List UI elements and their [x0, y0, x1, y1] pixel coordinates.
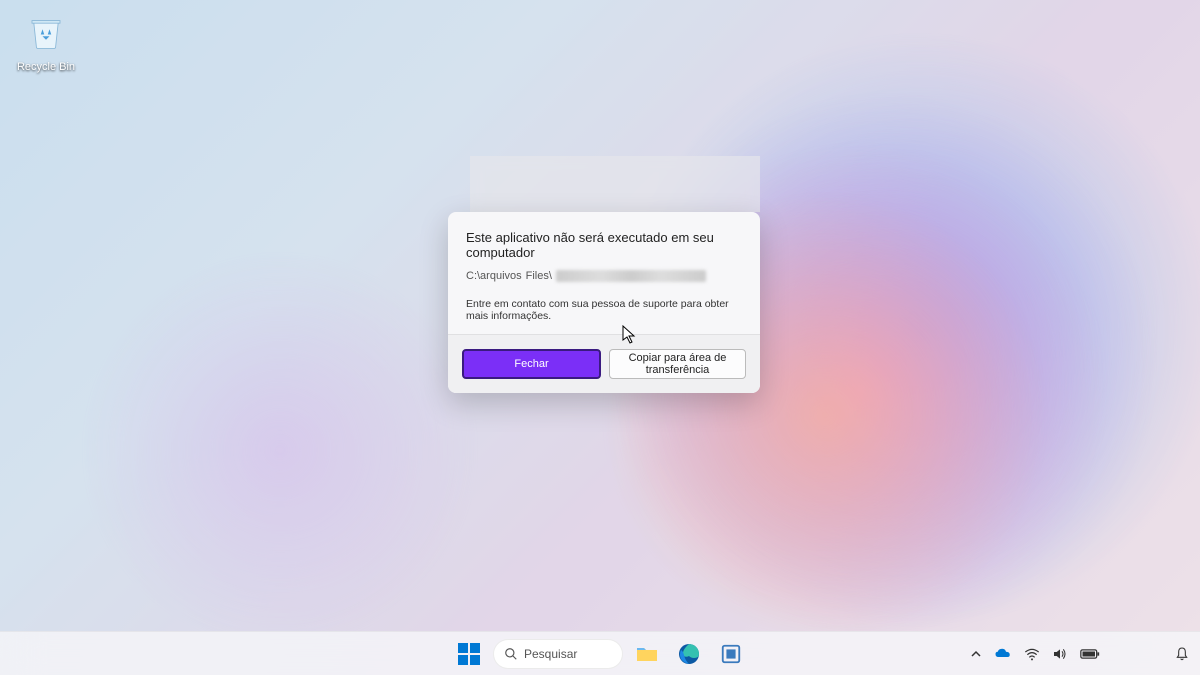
- recycle-bin-icon[interactable]: Recycle Bin: [14, 8, 78, 73]
- wifi-icon: [1024, 646, 1040, 662]
- folder-icon: [635, 642, 659, 666]
- taskbar-app-button[interactable]: [713, 636, 749, 672]
- taskbar: Pesquisar: [0, 631, 1200, 675]
- taskbar-search[interactable]: Pesquisar: [493, 639, 623, 669]
- start-button[interactable]: [451, 636, 487, 672]
- dialog-title: Este aplicativo não será executado em se…: [466, 230, 742, 260]
- notifications-button[interactable]: [1174, 646, 1190, 662]
- windows-icon: [458, 643, 480, 665]
- path-prefix: C:\arquivos: [466, 270, 522, 282]
- app-icon: [720, 643, 742, 665]
- tray-overflow-button[interactable]: [970, 648, 982, 660]
- volume-tray-icon[interactable]: [1052, 646, 1068, 662]
- bell-icon: [1174, 646, 1190, 662]
- system-tray: [970, 645, 1190, 663]
- battery-icon: [1080, 647, 1100, 661]
- copy-to-clipboard-button[interactable]: Copiar para área de transferência: [609, 349, 746, 379]
- wifi-tray-icon[interactable]: [1024, 646, 1040, 662]
- onedrive-tray-icon[interactable]: [994, 645, 1012, 663]
- app-blocked-dialog: Este aplicativo não será executado em se…: [448, 212, 760, 393]
- cloud-icon: [994, 645, 1012, 663]
- dialog-path: C:\arquivos Files\: [466, 270, 742, 282]
- mouse-cursor-icon: [622, 325, 638, 345]
- battery-tray-icon[interactable]: [1080, 647, 1100, 661]
- edge-icon: [677, 642, 701, 666]
- speaker-icon: [1052, 646, 1068, 662]
- close-button[interactable]: Fechar: [462, 349, 601, 379]
- file-explorer-button[interactable]: [629, 636, 665, 672]
- dialog-message: Entre em contato com sua pessoa de supor…: [466, 298, 742, 322]
- search-icon: [504, 647, 518, 661]
- search-placeholder: Pesquisar: [524, 647, 577, 661]
- background-window-blur: [470, 156, 760, 212]
- path-redacted: [556, 270, 706, 282]
- recycle-bin-label: Recycle Bin: [14, 61, 78, 73]
- dialog-button-row: Fechar Copiar para área de transferência: [448, 334, 760, 393]
- path-files: Files\: [526, 270, 552, 282]
- edge-browser-button[interactable]: [671, 636, 707, 672]
- chevron-up-icon: [970, 648, 982, 660]
